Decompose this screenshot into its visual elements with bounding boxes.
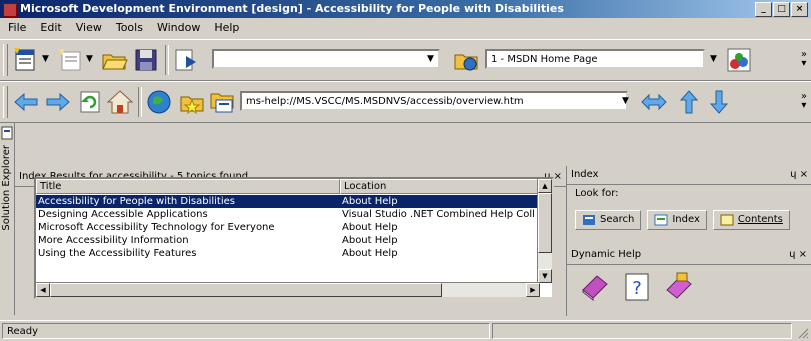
url-value: ms-help://MS.VSCC/MS.MSDNVS/accessib/ove… bbox=[246, 96, 524, 107]
previous-topic-icon[interactable] bbox=[675, 88, 703, 116]
column-header-title[interactable]: Title bbox=[36, 179, 340, 194]
scroll-right-icon[interactable]: ▶ bbox=[526, 283, 540, 297]
window-title: Microsoft Development Environment [desig… bbox=[20, 2, 564, 15]
scroll-left-icon[interactable]: ◀ bbox=[36, 283, 50, 297]
panel-splitter[interactable] bbox=[15, 316, 566, 319]
find-in-files-icon[interactable] bbox=[172, 46, 200, 74]
horizontal-scrollbar[interactable]: ◀ ▶ bbox=[36, 282, 540, 297]
new-project-icon[interactable] bbox=[12, 46, 40, 74]
menu-window[interactable]: Window bbox=[157, 19, 200, 37]
open-folder-icon[interactable] bbox=[100, 46, 128, 74]
table-row[interactable]: Microsoft Accessibility Technology for E… bbox=[36, 221, 540, 234]
back-arrow-icon[interactable] bbox=[12, 88, 40, 116]
title-bar: Microsoft Development Environment [desig… bbox=[0, 0, 811, 18]
help-question-icon[interactable]: ? bbox=[623, 272, 651, 302]
toolbar-overflow-icon[interactable]: » ▾ bbox=[801, 92, 807, 111]
next-topic-icon[interactable] bbox=[705, 88, 733, 116]
status-bar: Ready bbox=[0, 320, 811, 341]
table-row[interactable]: Using the Accessibility Features About H… bbox=[36, 247, 540, 260]
solution-explorer-icon bbox=[1, 126, 13, 140]
toolbar-overflow-icon[interactable]: » ▾ bbox=[801, 50, 807, 69]
add-item-dropdown-icon[interactable]: ▼ bbox=[86, 54, 93, 64]
menu-file[interactable]: File bbox=[8, 19, 26, 37]
save-icon[interactable] bbox=[132, 46, 160, 74]
contents-tab-icon bbox=[720, 214, 734, 226]
toolbar-grip[interactable] bbox=[3, 86, 8, 118]
index-panel-title-text: Index bbox=[571, 169, 599, 180]
sync-toc-icon[interactable] bbox=[208, 88, 236, 116]
solution-explorer-strip[interactable]: Solution Explorer bbox=[0, 123, 15, 315]
web-toolbar: ms-help://MS.VSCC/MS.MSDNVS/accessib/ove… bbox=[0, 81, 811, 123]
menu-bar: File Edit View Tools Window Help bbox=[0, 19, 811, 37]
help-samples-icon[interactable] bbox=[663, 270, 695, 302]
table-row[interactable]: More Accessibility Information About Hel… bbox=[36, 234, 540, 247]
project-combo-value: 1 - MSDN Home Page bbox=[491, 54, 598, 65]
sync-arrows-icon[interactable] bbox=[640, 88, 668, 116]
table-row[interactable]: Accessibility for People with Disabiliti… bbox=[36, 195, 540, 208]
panel-controls[interactable]: ɥ × bbox=[790, 166, 808, 184]
menu-view[interactable]: View bbox=[76, 19, 102, 37]
column-header-location[interactable]: Location bbox=[340, 179, 540, 194]
status-text: Ready bbox=[2, 323, 490, 339]
solution-config-dropdown-icon[interactable]: ▼ bbox=[427, 54, 434, 64]
window-controls: _ □ × bbox=[755, 2, 808, 17]
project-dropdown-icon[interactable]: ▼ bbox=[710, 54, 717, 64]
scroll-down-icon[interactable]: ▼ bbox=[538, 269, 552, 283]
menu-tools[interactable]: Tools bbox=[116, 19, 143, 37]
help-book-icon[interactable] bbox=[579, 270, 611, 302]
maximize-button[interactable]: □ bbox=[773, 2, 790, 17]
menu-help[interactable]: Help bbox=[214, 19, 239, 37]
favorites-icon[interactable] bbox=[178, 88, 206, 116]
index-results-list[interactable]: Title Location Accessibility for People … bbox=[34, 177, 554, 299]
svg-text:?: ? bbox=[632, 278, 642, 299]
add-item-icon[interactable] bbox=[56, 46, 84, 74]
new-project-dropdown-icon[interactable]: ▼ bbox=[42, 54, 49, 64]
standard-toolbar: ▼ ▼ ▼ 1 - MSDN Home Page ▼ » ▾ bbox=[0, 39, 811, 81]
scroll-up-icon[interactable]: ▲ bbox=[538, 179, 552, 193]
project-combo[interactable]: 1 - MSDN Home Page bbox=[485, 49, 705, 69]
tab-search[interactable]: Search bbox=[575, 210, 642, 230]
help-tabs: Search Index Contents bbox=[567, 210, 811, 230]
tab-contents[interactable]: Contents bbox=[712, 210, 790, 230]
solution-config-combo[interactable] bbox=[212, 49, 440, 69]
horizontal-scroll-thumb[interactable] bbox=[50, 283, 442, 297]
forward-arrow-icon[interactable] bbox=[44, 88, 72, 116]
app-icon bbox=[3, 3, 17, 17]
minimize-button[interactable]: _ bbox=[755, 2, 772, 17]
solution-explorer-label: Solution Explorer bbox=[1, 145, 12, 231]
resize-grip-icon[interactable] bbox=[797, 327, 809, 339]
url-combo[interactable]: ms-help://MS.VSCC/MS.MSDNVS/accessib/ove… bbox=[240, 91, 628, 111]
index-panel-title: Index ɥ × bbox=[567, 166, 811, 185]
panel-controls[interactable]: ɥ × bbox=[789, 246, 807, 264]
menu-edit[interactable]: Edit bbox=[40, 19, 61, 37]
tab-index[interactable]: Index bbox=[647, 210, 707, 230]
index-tab-icon bbox=[654, 214, 668, 226]
right-dock-panel: Index ɥ × Look for: Search Index Content… bbox=[566, 166, 811, 316]
toolbar-grip[interactable] bbox=[3, 44, 8, 76]
look-for-label: Look for: bbox=[575, 188, 619, 199]
dynamic-help-title: Dynamic Help ɥ × bbox=[567, 246, 811, 265]
toolbar-separator bbox=[138, 87, 142, 117]
home-icon[interactable] bbox=[106, 88, 134, 116]
table-row[interactable]: Designing Accessible Applications Visual… bbox=[36, 208, 540, 221]
refresh-icon[interactable] bbox=[76, 88, 104, 116]
url-dropdown-icon[interactable]: ▼ bbox=[622, 96, 629, 106]
toolbox-icon[interactable] bbox=[725, 46, 753, 74]
dynamic-help-title-text: Dynamic Help bbox=[571, 249, 642, 260]
search-tab-icon bbox=[583, 215, 595, 225]
status-pane-blank bbox=[492, 323, 792, 339]
globe-search-icon[interactable] bbox=[145, 88, 173, 116]
toolbar-separator bbox=[165, 45, 169, 75]
web-folder-icon[interactable] bbox=[452, 46, 480, 74]
vertical-scroll-thumb[interactable] bbox=[538, 193, 552, 253]
vertical-scrollbar[interactable]: ▲ ▼ bbox=[537, 179, 552, 283]
close-button[interactable]: × bbox=[791, 2, 808, 17]
